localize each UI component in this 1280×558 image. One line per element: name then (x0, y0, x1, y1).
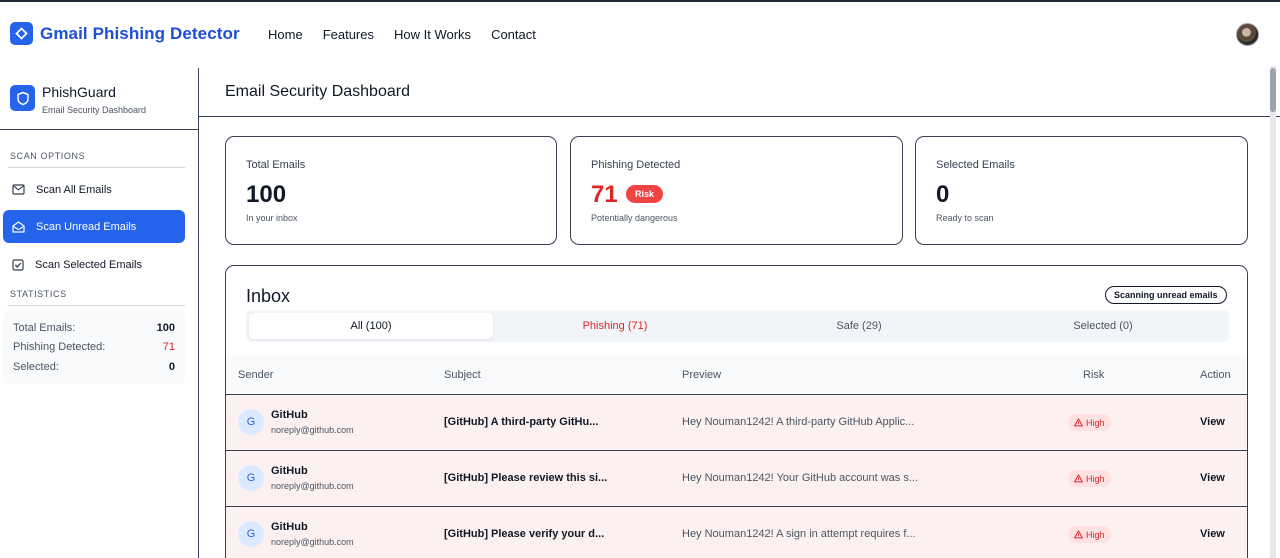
mail-icon (12, 184, 25, 195)
tab-phishing[interactable]: Phishing (71) (493, 313, 737, 339)
scrollbar-thumb[interactable] (1270, 68, 1276, 112)
main-header: Email Security Dashboard (199, 68, 1280, 117)
risk-label: High (1086, 417, 1105, 428)
warning-icon (1074, 474, 1083, 483)
sender-email: noreply@github.com (271, 425, 354, 435)
warning-icon (1074, 530, 1083, 539)
sender-name: GitHub (271, 465, 308, 477)
sidebar-subtitle: Email Security Dashboard (42, 105, 147, 115)
column-header-preview[interactable]: Preview (682, 369, 721, 381)
page-title: Email Security Dashboard (225, 83, 410, 100)
warning-icon (1074, 418, 1083, 427)
mail-open-icon (12, 220, 25, 233)
card-total-emails: Total Emails 100 In your inbox (225, 136, 557, 245)
column-header-sender[interactable]: Sender (238, 369, 273, 381)
column-header-risk[interactable]: Risk (1083, 369, 1104, 381)
checkbox-icon (12, 258, 24, 271)
tab-safe[interactable]: Safe (29) (737, 313, 981, 339)
email-subject: [GitHub] A third-party GitHu... (444, 416, 599, 428)
card-subtext: Ready to scan (936, 213, 994, 223)
sidebar-item-label: Scan Unread Emails (36, 220, 137, 233)
nav-links: Home Features How It Works Contact (268, 27, 536, 42)
inbox-title: Inbox (246, 286, 291, 306)
tab-all[interactable]: All (100) (249, 313, 493, 339)
sender-email: noreply@github.com (271, 481, 354, 491)
sender-avatar: G (238, 409, 264, 435)
shield-diamond-icon (10, 22, 33, 45)
column-header-subject[interactable]: Subject (444, 369, 481, 381)
card-phishing-detected: Phishing Detected 71 Risk Potentially da… (570, 136, 903, 245)
email-preview: Hey Nouman1242! A sign in attempt requir… (682, 528, 916, 540)
statistics-panel: Total Emails: 100 Phishing Detected: 71 … (3, 310, 185, 384)
page-scrollbar[interactable] (1270, 66, 1276, 558)
statistics-heading: STATISTICS (10, 289, 67, 299)
email-subject: [GitHub] Please review this si... (444, 472, 608, 484)
table-row[interactable]: G GitHub noreply@github.com [GitHub] Ple… (226, 507, 1247, 558)
table-row[interactable]: G GitHub noreply@github.com [GitHub] A t… (226, 395, 1247, 451)
inbox-tabs: All (100) Phishing (71) Safe (29) Select… (246, 310, 1229, 342)
column-header-action[interactable]: Action (1200, 369, 1231, 381)
tab-selected[interactable]: Selected (0) (981, 313, 1225, 339)
email-preview: Hey Nouman1242! A third-party GitHub App… (682, 416, 915, 428)
card-subtext: In your inbox (246, 213, 298, 223)
stat-value: 71 (162, 341, 175, 354)
card-label: Phishing Detected (591, 159, 681, 171)
stat-phishing-detected: Phishing Detected: 71 (13, 338, 175, 358)
stat-value: 0 (168, 360, 175, 373)
shield-icon (10, 85, 35, 111)
sidebar-item-label: Scan Selected Emails (35, 258, 142, 271)
view-button[interactable]: View (1200, 528, 1225, 540)
divider (8, 305, 185, 306)
card-value: 0 (936, 181, 950, 208)
table-row[interactable]: G GitHub noreply@github.com [GitHub] Ple… (226, 451, 1247, 507)
inbox-panel: Inbox Scanning unread emails All (100) P… (225, 265, 1248, 558)
card-selected-emails: Selected Emails 0 Ready to scan (915, 136, 1248, 245)
stat-selected: Selected: 0 (13, 357, 175, 377)
divider (8, 167, 185, 168)
scan-status-badge: Scanning unread emails (1105, 286, 1227, 304)
nav-link-features[interactable]: Features (323, 27, 374, 42)
card-label: Selected Emails (936, 159, 1015, 171)
sender-name: GitHub (271, 409, 308, 421)
risk-badge: High (1068, 414, 1111, 431)
email-subject: [GitHub] Please verify your d... (444, 528, 605, 540)
view-button[interactable]: View (1200, 472, 1225, 484)
email-preview: Hey Nouman1242! Your GitHub account was … (682, 472, 919, 484)
risk-label: High (1086, 529, 1105, 540)
sidebar-header: PhishGuard Email Security Dashboard (0, 68, 199, 130)
stat-label: Total Emails: (13, 321, 76, 334)
card-value: 71 (591, 181, 618, 208)
user-avatar[interactable] (1236, 23, 1259, 46)
sidebar-item-label: Scan All Emails (36, 183, 112, 196)
sidebar: PhishGuard Email Security Dashboard SCAN… (0, 68, 199, 558)
nav-link-how-it-works[interactable]: How It Works (394, 27, 471, 42)
scan-options-heading: SCAN OPTIONS (10, 151, 86, 161)
nav-link-home[interactable]: Home (268, 27, 303, 42)
nav-link-contact[interactable]: Contact (491, 27, 536, 42)
risk-label: High (1086, 473, 1105, 484)
stat-value: 100 (156, 321, 175, 334)
card-value: 100 (246, 181, 287, 208)
stat-label: Phishing Detected: (13, 341, 106, 354)
stat-label: Selected: (13, 360, 59, 373)
sidebar-title: PhishGuard (42, 84, 116, 100)
brand[interactable]: Gmail Phishing Detector (10, 22, 240, 45)
sidebar-item-scan-unread[interactable]: Scan Unread Emails (3, 210, 185, 243)
view-button[interactable]: View (1200, 416, 1225, 428)
card-subtext: Potentially dangerous (591, 213, 678, 223)
top-navbar: Gmail Phishing Detector Home Features Ho… (0, 2, 1280, 68)
card-label: Total Emails (246, 159, 306, 171)
sender-avatar: G (238, 521, 264, 547)
sender-avatar: G (238, 465, 264, 491)
stat-total-emails: Total Emails: 100 (13, 318, 175, 338)
risk-badge: High (1068, 470, 1111, 487)
sidebar-item-scan-selected[interactable]: Scan Selected Emails (3, 248, 185, 281)
sidebar-item-scan-all[interactable]: Scan All Emails (3, 173, 185, 206)
table-header: Sender Subject Preview Risk Action (226, 356, 1247, 395)
risk-badge: High (1068, 526, 1111, 543)
risk-badge: Risk (626, 185, 664, 203)
app-title: Gmail Phishing Detector (40, 23, 240, 43)
sender-email: noreply@github.com (271, 537, 354, 547)
sender-name: GitHub (271, 521, 308, 533)
